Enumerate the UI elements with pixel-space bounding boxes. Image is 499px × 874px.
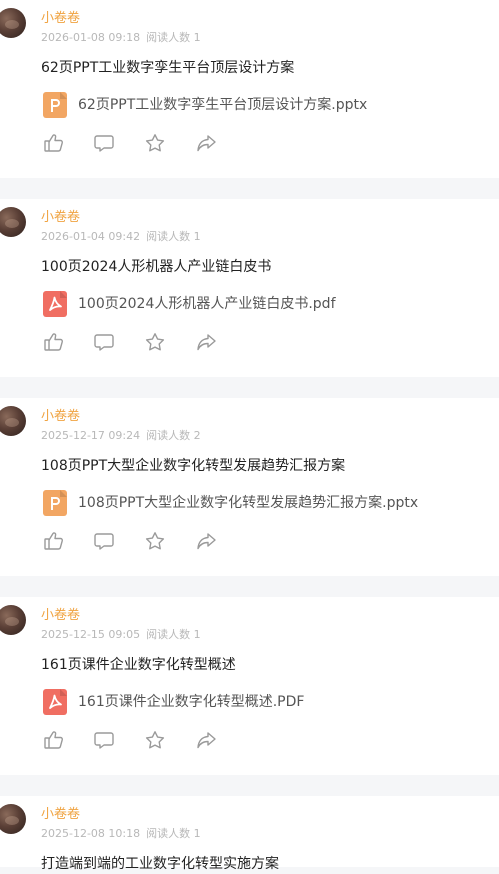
- pdf-file-icon: [43, 291, 67, 317]
- post-card[interactable]: 小卷卷 2026-01-08 09:18 阅读人数 1 62页PPT工业数字孪生平…: [0, 0, 499, 178]
- file-name: 62页PPT工业数字孪生平台顶层设计方案.pptx: [78, 97, 368, 113]
- avatar[interactable]: [0, 605, 26, 635]
- post-card[interactable]: 小卷卷 2025-12-15 09:05 阅读人数 1 161页课件企业数字化转型…: [0, 597, 499, 775]
- post-title[interactable]: 161页课件企业数字化转型概述: [41, 655, 236, 675]
- read-count: 阅读人数 1: [146, 827, 201, 840]
- post-meta: 2026-01-04 09:42 阅读人数 1: [41, 229, 201, 245]
- read-count: 阅读人数 1: [146, 230, 201, 243]
- read-count: 阅读人数 2: [146, 429, 201, 442]
- post-date: 2025-12-15 09:05: [41, 628, 141, 641]
- share-icon[interactable]: [195, 531, 217, 551]
- thumbs-up-icon[interactable]: [43, 730, 65, 750]
- post-date: 2026-01-08 09:18: [41, 31, 141, 44]
- post-date: 2025-12-17 09:24: [41, 429, 141, 442]
- file-name: 108页PPT大型企业数字化转型发展趋势汇报方案.pptx: [78, 495, 419, 511]
- comment-icon[interactable]: [93, 133, 115, 153]
- star-icon[interactable]: [144, 332, 166, 352]
- thumbs-up-icon[interactable]: [43, 332, 65, 352]
- star-icon[interactable]: [144, 133, 166, 153]
- avatar[interactable]: [0, 207, 26, 237]
- read-count: 阅读人数 1: [146, 31, 201, 44]
- share-icon[interactable]: [195, 332, 217, 352]
- share-icon[interactable]: [195, 133, 217, 153]
- share-icon[interactable]: [195, 730, 217, 750]
- post-title[interactable]: 打造端到端的工业数字化转型实施方案: [41, 854, 279, 874]
- post-date: 2025-12-08 10:18: [41, 827, 141, 840]
- author-name[interactable]: 小卷卷: [41, 209, 80, 227]
- comment-icon[interactable]: [93, 730, 115, 750]
- post-title[interactable]: 62页PPT工业数字孪生平台顶层设计方案: [41, 58, 294, 78]
- post-card[interactable]: 小卷卷 2026-01-04 09:42 阅读人数 1 100页2024人形机器人…: [0, 199, 499, 377]
- avatar[interactable]: [0, 406, 26, 436]
- star-icon[interactable]: [144, 730, 166, 750]
- file-name: 161页课件企业数字化转型概述.PDF: [78, 694, 305, 710]
- author-name[interactable]: 小卷卷: [41, 10, 80, 28]
- pptx-file-icon: [43, 92, 67, 118]
- comment-icon[interactable]: [93, 531, 115, 551]
- post-meta: 2026-01-08 09:18 阅读人数 1: [41, 30, 201, 46]
- post-meta: 2025-12-15 09:05 阅读人数 1: [41, 627, 201, 643]
- thumbs-up-icon[interactable]: [43, 133, 65, 153]
- avatar[interactable]: [0, 8, 26, 38]
- comment-icon[interactable]: [93, 332, 115, 352]
- avatar[interactable]: [0, 804, 26, 834]
- author-name[interactable]: 小卷卷: [41, 806, 80, 824]
- thumbs-up-icon[interactable]: [43, 531, 65, 551]
- author-name[interactable]: 小卷卷: [41, 607, 80, 625]
- author-name[interactable]: 小卷卷: [41, 408, 80, 426]
- post-card[interactable]: 小卷卷 2025-12-17 09:24 阅读人数 2 108页PPT大型企业数字…: [0, 398, 499, 576]
- post-title[interactable]: 108页PPT大型企业数字化转型发展趋势汇报方案: [41, 456, 345, 476]
- post-title[interactable]: 100页2024人形机器人产业链白皮书: [41, 257, 271, 277]
- file-name: 100页2024人形机器人产业链白皮书.pdf: [78, 296, 336, 312]
- post-meta: 2025-12-17 09:24 阅读人数 2: [41, 428, 201, 444]
- pptx-file-icon: [43, 490, 67, 516]
- post-card[interactable]: 小卷卷 2025-12-08 10:18 阅读人数 1 打造端到端的工业数字化转型…: [0, 796, 499, 872]
- read-count: 阅读人数 1: [146, 628, 201, 641]
- star-icon[interactable]: [144, 531, 166, 551]
- post-date: 2026-01-04 09:42: [41, 230, 141, 243]
- pdf-file-icon: [43, 689, 67, 715]
- post-meta: 2025-12-08 10:18 阅读人数 1: [41, 826, 201, 842]
